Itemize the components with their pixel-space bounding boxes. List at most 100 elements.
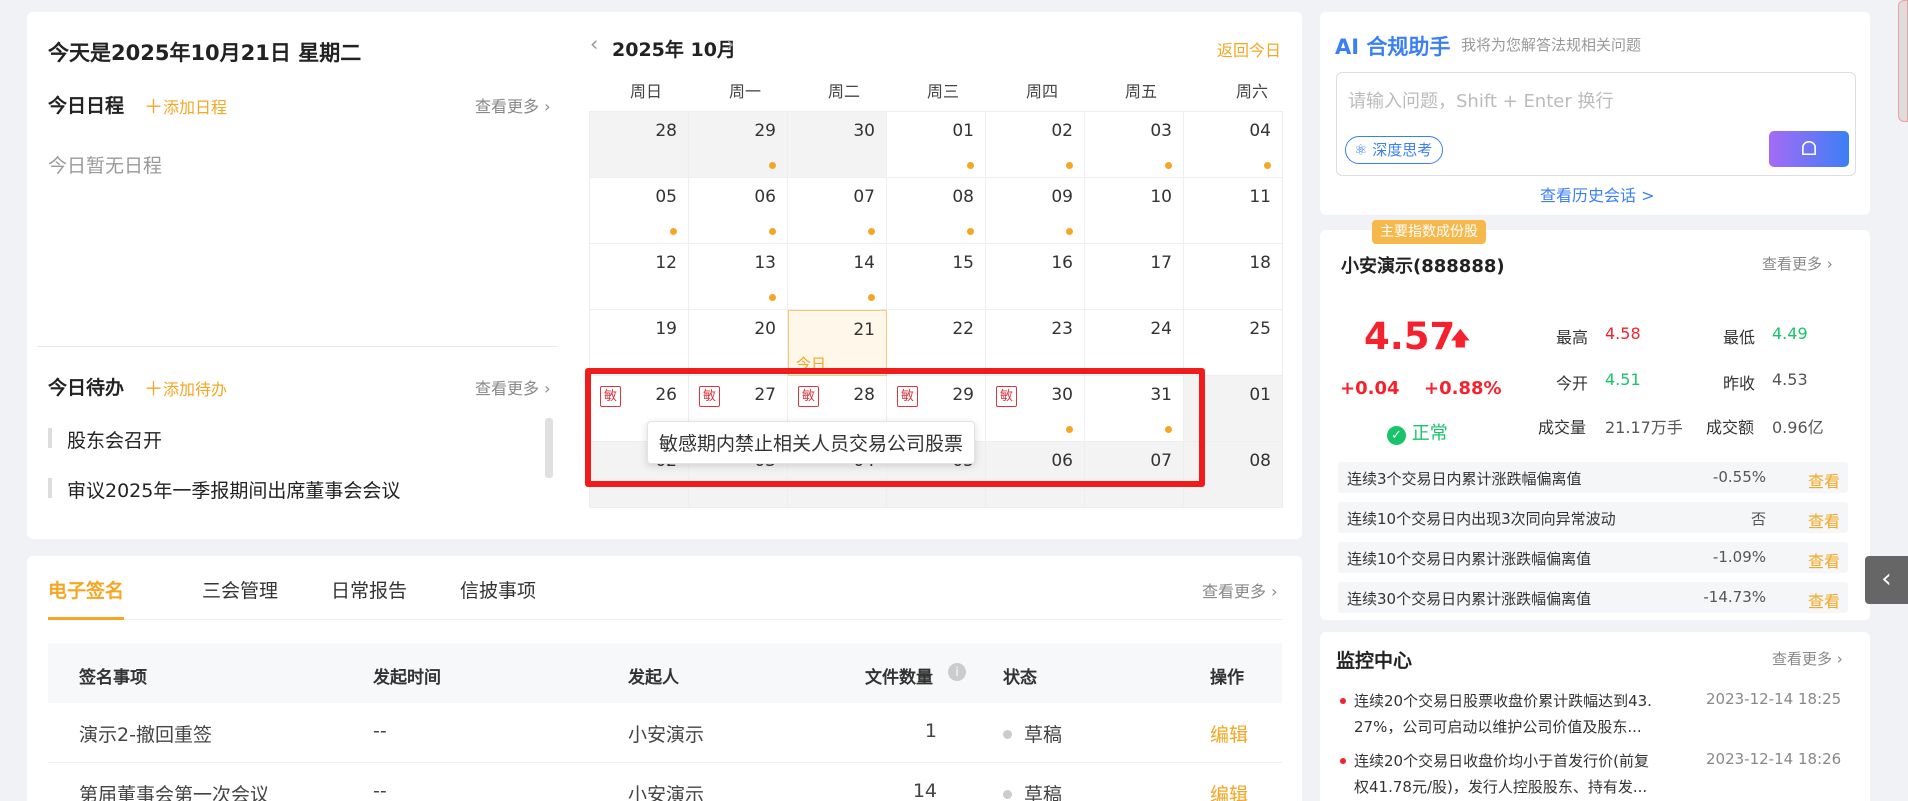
calendar-month-label: 2025年 10月 — [612, 39, 736, 61]
amount-value: 0.96亿 — [1772, 418, 1824, 437]
calendar-day-cell[interactable]: 13 — [689, 244, 788, 310]
metric-view-button[interactable]: 查看 — [1808, 548, 1840, 572]
schedule-title: 今日日程 — [48, 95, 125, 117]
brain-icon: ⚛ — [1354, 141, 1368, 159]
calendar-day-cell[interactable]: 04 — [1184, 112, 1283, 178]
todo-more-link[interactable]: 查看更多 › — [475, 375, 551, 399]
add-schedule-button[interactable]: ＋添加日程 — [144, 92, 227, 119]
stock-price: 4.57 — [1364, 315, 1456, 358]
search-icon: ᗝ — [1801, 138, 1817, 160]
stock-more-link[interactable]: 查看更多 › — [1762, 253, 1833, 274]
info-icon[interactable]: i — [948, 663, 966, 681]
prev-close-value: 4.53 — [1772, 370, 1808, 389]
col-header-count: 文件数量 — [865, 668, 933, 688]
calendar-day-cell[interactable]: 02 — [986, 112, 1085, 178]
calendar-day-cell[interactable]: 01 — [887, 112, 986, 178]
open-value: 4.51 — [1605, 370, 1641, 389]
monitor-card: 监控中心 查看更多 › 连续20个交易日股票收盘价累计跌幅达到43. 27%，公… — [1320, 632, 1870, 801]
calendar-day-cell[interactable]: 05 — [590, 178, 689, 244]
tabs-more-link[interactable]: 查看更多 › — [1202, 578, 1278, 602]
calendar-day-cell[interactable]: 24 — [1085, 310, 1184, 376]
history-link[interactable]: 查看历史会话 > — [1540, 182, 1655, 206]
metric-view-button[interactable]: 查看 — [1808, 508, 1840, 532]
calendar-day-cell[interactable]: 07 — [788, 178, 887, 244]
check-circle-icon: ✓ — [1387, 426, 1406, 445]
calendar-day-number: 25 — [1249, 319, 1271, 339]
calendar-day-number: 18 — [1249, 253, 1271, 273]
calendar-day-cell[interactable]: 17 — [1085, 244, 1184, 310]
calendar-day-cell[interactable]: 19 — [590, 310, 689, 376]
add-schedule-label: 添加日程 — [163, 98, 228, 117]
todo-scrollbar[interactable] — [545, 418, 553, 478]
calendar-day-cell[interactable]: 09 — [986, 178, 1085, 244]
calendar-day-cell[interactable]: 10 — [1085, 178, 1184, 244]
calendar-day-number: 30 — [853, 121, 875, 141]
monitor-more-label: 查看更多 — [1772, 650, 1833, 668]
calendar-day-number: 03 — [1150, 121, 1172, 141]
calendar-day-number: 06 — [754, 187, 776, 207]
cell-item: 第届董事会第一次会议 — [79, 784, 270, 801]
col-header-time: 发起时间 — [373, 668, 441, 688]
calendar-day-cell[interactable]: 18 — [1184, 244, 1283, 310]
calendar-day-cell[interactable]: 23 — [986, 310, 1085, 376]
deep-think-toggle[interactable]: ⚛ 深度思考 — [1345, 136, 1444, 164]
calendar-day-cell[interactable]: 22 — [887, 310, 986, 376]
weekday-label: 周六 — [1235, 82, 1268, 101]
tab-2[interactable]: 三会管理 — [202, 576, 278, 603]
active-tab-underline — [48, 617, 124, 620]
todo-item-label: 股东会召开 — [67, 430, 163, 452]
tab-1[interactable]: 电子签名 — [48, 576, 124, 603]
calendar-day-cell[interactable]: 25 — [1184, 310, 1283, 376]
metric-view-button[interactable]: 查看 — [1808, 468, 1840, 492]
right-edge-handle[interactable] — [1898, 0, 1908, 122]
tab-4[interactable]: 信披事项 — [460, 576, 536, 603]
calendar-day-cell[interactable]: 15 — [887, 244, 986, 310]
calendar-day-number: 02 — [1051, 121, 1073, 141]
metric-value: -1.09% — [1712, 548, 1766, 566]
back-today-button[interactable]: 返回今日 — [1217, 37, 1281, 61]
event-dot — [967, 162, 974, 169]
edit-button[interactable]: 编辑 — [1210, 720, 1248, 747]
calendar-day-cell[interactable]: 29 — [689, 112, 788, 178]
calendar-day-cell[interactable]: 06 — [689, 178, 788, 244]
amount-label: 成交额 — [1706, 418, 1755, 437]
low-label: 最低 — [1723, 328, 1756, 347]
send-button[interactable]: ᗝ — [1769, 131, 1849, 167]
chevron-right-icon: › — [1266, 582, 1278, 601]
monitor-item[interactable]: 连续20个交易日收盘价均小于首发行价(前复 权41.78元/股)，发行人控股股东… — [1340, 750, 1860, 801]
calendar-day-number: 10 — [1150, 187, 1172, 207]
calendar-day-cell[interactable]: 11 — [1184, 178, 1283, 244]
event-dot — [1066, 162, 1073, 169]
metric-view-button[interactable]: 查看 — [1808, 588, 1840, 612]
cell-count: 1 — [924, 720, 937, 742]
metric-label: 连续3个交易日内累计涨跌幅偏离值 — [1347, 470, 1582, 488]
calendar-day-cell[interactable]: 03 — [1085, 112, 1184, 178]
cell-count: 14 — [912, 780, 937, 801]
calendar-day-cell[interactable]: 30 — [788, 112, 887, 178]
monitor-item-line1: 连续20个交易日股票收盘价累计跌幅达到43. — [1354, 692, 1652, 710]
calendar-day-number: 05 — [655, 187, 677, 207]
tab-3[interactable]: 日常报告 — [331, 576, 407, 603]
side-panel-toggle[interactable]: ‹ — [1865, 556, 1908, 604]
calendar-day-number: 19 — [655, 319, 677, 339]
ai-input-box[interactable]: 请输入问题，Shift + Enter 换行 ⚛ 深度思考 ᗝ — [1336, 72, 1856, 176]
stock-name: 小安演示(888888) — [1341, 256, 1505, 277]
col-header-action: 操作 — [1210, 668, 1244, 688]
calendar-day-cell[interactable]: 12 — [590, 244, 689, 310]
calendar-day-cell[interactable]: 16 — [986, 244, 1085, 310]
schedule-more-link[interactable]: 查看更多 › — [475, 93, 551, 117]
calendar-day-cell[interactable]: 28 — [590, 112, 689, 178]
monitor-item[interactable]: 连续20个交易日股票收盘价累计跌幅达到43. 27%，公司可启动以维护公司价值及… — [1340, 690, 1860, 742]
calendar-day-cell[interactable]: 21 今日 — [788, 310, 887, 376]
add-todo-button[interactable]: ＋添加待办 — [144, 374, 227, 401]
next-month-icon[interactable]: › — [726, 32, 734, 56]
high-label: 最高 — [1556, 328, 1589, 347]
calendar-day-cell[interactable]: 08 — [887, 178, 986, 244]
calendar-day-cell[interactable]: 20 — [689, 310, 788, 376]
monitor-more-link[interactable]: 查看更多 › — [1772, 648, 1843, 669]
calendar-day-cell[interactable]: 14 — [788, 244, 887, 310]
tab-bar: 电子签名 三会管理 日常报告 信披事项 — [48, 556, 1282, 620]
prev-month-icon[interactable]: ‹ — [590, 32, 598, 56]
edit-button[interactable]: 编辑 — [1210, 780, 1248, 801]
metric-row: 连续30个交易日内累计涨跌幅偏离值 -14.73% 查看 — [1338, 582, 1848, 613]
